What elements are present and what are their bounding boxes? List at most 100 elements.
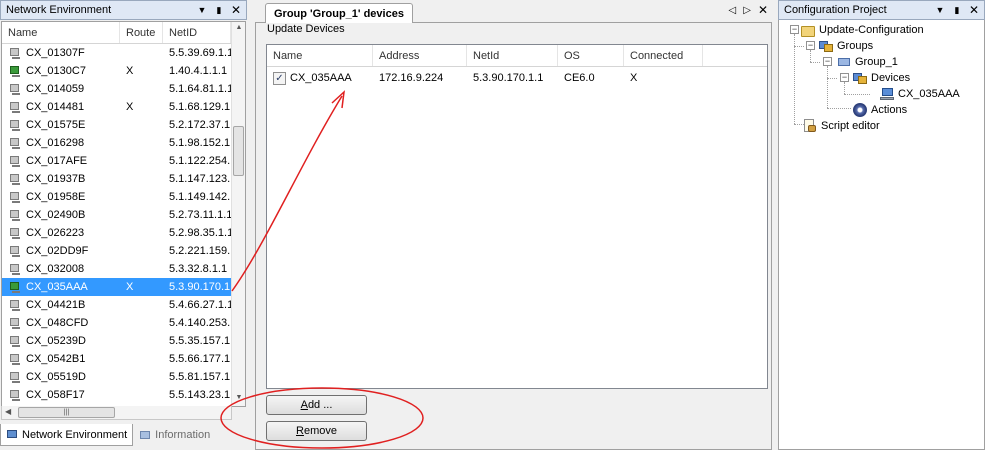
collapse-toggle[interactable]: − (790, 25, 799, 34)
tree-node-update-configuration[interactable]: Update-Configuration (801, 22, 924, 38)
collapse-toggle[interactable]: − (840, 73, 849, 82)
horizontal-scrollbar[interactable]: ◀ ||| (1, 406, 232, 420)
remove-button[interactable]: Remove (266, 421, 367, 441)
collapse-toggle[interactable]: − (806, 41, 815, 50)
device-name: CX_01575E (26, 119, 86, 131)
device-name: CX_0130C7 (26, 65, 86, 77)
device-netid: 5.1.122.254. (169, 155, 231, 167)
close-document-icon[interactable]: ✕ (758, 4, 768, 16)
tree-node-device[interactable]: CX_035AAA (880, 86, 960, 102)
project-tree[interactable]: − Update-Configuration − Groups − Group_… (778, 20, 985, 450)
list-item[interactable]: CX_032008 5.3.32.8.1.1 (2, 260, 245, 278)
column-header-os[interactable]: OS (558, 45, 624, 66)
update-devices-group-label: Update Devices (267, 23, 345, 35)
tab-network-environment[interactable]: Network Environment (0, 424, 134, 446)
panel-title: Configuration Project (784, 4, 887, 16)
tab-title: Group 'Group_1' devices (274, 8, 404, 20)
dropdown-icon[interactable]: ▼ (195, 3, 209, 17)
scroll-down-icon[interactable]: ▼ (234, 394, 244, 404)
column-header-netid[interactable]: NetId (467, 45, 558, 66)
computer-icon (880, 87, 894, 101)
tree-node-script-editor[interactable]: Script editor (803, 118, 880, 134)
device-netid: 5.5.143.23.1. (169, 389, 231, 401)
list-item[interactable]: CX_01307F 5.5.39.69.1.1 (2, 44, 245, 62)
device-route: X (126, 65, 134, 77)
bottom-tab-strip: Network Environment Information (0, 424, 247, 450)
list-item[interactable]: CX_035AAA X 5.3.90.170.1 (2, 278, 245, 296)
tree-node-group-1[interactable]: Group_1 (837, 54, 898, 70)
list-item[interactable]: CX_016298 5.1.98.152.1. (2, 134, 245, 152)
list-item[interactable]: CX_014481 X 5.1.68.129.1. (2, 98, 245, 116)
dropdown-icon[interactable]: ▼ (933, 3, 947, 17)
list-item[interactable]: CX_02490B 5.2.73.11.1.1 (2, 206, 245, 224)
column-header-name[interactable]: Name (2, 22, 120, 43)
device-netid: 5.5.39.69.1.1 (169, 47, 231, 59)
list-item[interactable]: CX_0542B1 5.5.66.177.1. (2, 350, 245, 368)
device-checkbox[interactable]: ✓ (273, 71, 286, 85)
list-item[interactable]: CX_026223 5.2.98.35.1.1 (2, 224, 245, 242)
h-scroll-thumb[interactable]: ||| (18, 407, 115, 418)
device-name: CX_035AAA (290, 72, 352, 84)
device-name: CX_04421B (26, 299, 86, 311)
tab-label: Network Environment (22, 428, 128, 441)
list-item[interactable]: CX_058F17 5.5.143.23.1. (2, 386, 245, 404)
devices-icon (853, 71, 867, 85)
tab-scroll-left-icon[interactable]: ◁ (729, 5, 737, 16)
tab-scroll-right-icon[interactable]: ▷ (743, 5, 751, 16)
list-item[interactable]: CX_05239D 5.5.35.157.1. (2, 332, 245, 350)
list-item[interactable]: CX_01937B 5.1.147.123. (2, 170, 245, 188)
list-item[interactable]: CX_0130C7 X 1.40.4.1.1.1 (2, 62, 245, 80)
table-row[interactable]: ✓ CX_035AAA 172.16.9.224 5.3.90.170.1.1 … (267, 69, 767, 87)
list-item[interactable]: CX_01575E 5.2.172.37.1. (2, 116, 245, 134)
tab-group-devices[interactable]: Group 'Group_1' devices (265, 3, 413, 24)
device-netid: 5.3.90.170.1.1 (473, 72, 544, 84)
column-header-name[interactable]: Name (267, 45, 373, 66)
pin-icon[interactable]: ▮ (950, 3, 964, 17)
close-icon[interactable]: ✕ (229, 3, 243, 17)
close-icon[interactable]: ✕ (967, 3, 981, 17)
tab-label: Information (155, 429, 211, 441)
device-name: CX_02490B (26, 209, 86, 221)
scroll-up-icon[interactable]: ▲ (234, 24, 244, 34)
scroll-left-icon[interactable]: ◀ (5, 407, 11, 416)
tab-information[interactable]: Information (133, 424, 216, 446)
device-netid: 5.1.64.81.1.1 (169, 83, 231, 95)
list-item[interactable]: CX_05519D 5.5.81.157.1. (2, 368, 245, 386)
list-item[interactable]: CX_04421B 5.4.66.27.1.1 (2, 296, 245, 314)
scroll-thumb[interactable] (233, 126, 244, 176)
device-netid: 5.5.35.157.1. (169, 335, 231, 347)
device-netid: 5.3.90.170.1 (169, 281, 231, 293)
panel-title: Network Environment (6, 4, 112, 16)
list-item[interactable]: CX_048CFD 5.4.140.253. (2, 314, 245, 332)
pin-icon[interactable]: ▮ (212, 3, 226, 17)
collapse-toggle[interactable]: − (823, 57, 832, 66)
tree-node-label: Script editor (821, 120, 880, 132)
tree-node-label: Actions (871, 104, 908, 116)
list-rows: CX_01307F 5.5.39.69.1.1 CX_0130C7 X 1.40.4.1… (2, 44, 245, 404)
tree-node-groups[interactable]: Groups (819, 38, 873, 54)
device-name: CX_0542B1 (26, 353, 86, 365)
column-header-connected[interactable]: Connected (624, 45, 703, 66)
device-icon (9, 101, 22, 114)
column-header-route[interactable]: Route (120, 22, 163, 43)
tree-node-label: Devices (871, 72, 911, 84)
list-item[interactable]: CX_014059 5.1.64.81.1.1 (2, 80, 245, 98)
list-item[interactable]: CX_017AFE 5.1.122.254. (2, 152, 245, 170)
device-icon (9, 353, 22, 366)
network-device-list[interactable]: Name Route NetID CX_01307F 5.5.39.69.1.1 C… (1, 21, 246, 407)
add-button[interactable]: Add ... (266, 395, 367, 415)
list-item[interactable]: CX_01958E 5.1.149.142. (2, 188, 245, 206)
column-header-address[interactable]: Address (373, 45, 467, 66)
device-icon (9, 47, 22, 60)
document-nav: ◁ ▷ ✕ (729, 4, 768, 16)
update-devices-list[interactable]: Name Address NetId OS Connected ✓ CX_035… (266, 44, 768, 389)
column-header-netid[interactable]: NetID (163, 22, 231, 43)
device-netid: 5.3.32.8.1.1 (169, 263, 228, 275)
tree-node-devices[interactable]: Devices (853, 70, 910, 86)
tree-node-label: Update-Configuration (819, 24, 924, 36)
tree-node-actions[interactable]: Actions (853, 102, 907, 118)
vertical-scrollbar[interactable]: ▲ ▼ (231, 22, 245, 406)
device-netid: 1.40.4.1.1.1 (169, 65, 228, 77)
devices-list-header: Name Address NetId OS Connected (267, 45, 767, 67)
list-item[interactable]: CX_02DD9F 5.2.221.159. (2, 242, 245, 260)
